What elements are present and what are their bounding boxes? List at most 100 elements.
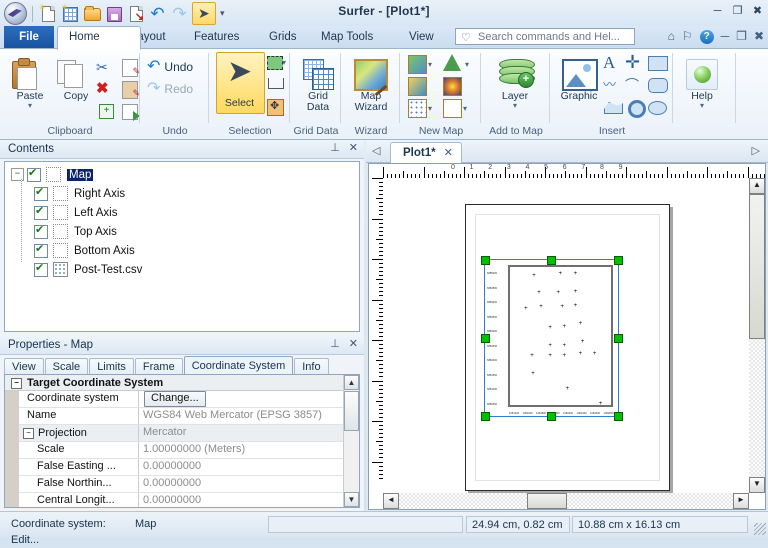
surface-map-icon[interactable] [443, 54, 461, 71]
map-wizard-button[interactable]: Map Wizard [347, 55, 395, 113]
tab-features[interactable]: Features [183, 26, 250, 48]
property-row-central-longitude[interactable]: Central Longit... 0.00000000 [19, 493, 344, 508]
rectangle-icon[interactable] [647, 53, 667, 73]
vertical-scroll-thumb[interactable] [749, 194, 765, 339]
layer-swatch[interactable] [53, 243, 68, 258]
property-row-false-easting[interactable]: False Easting ... 0.00000000 [19, 459, 344, 476]
collapse-ribbon-icon[interactable]: ⌂ [668, 29, 675, 44]
cut-icon[interactable]: ✂ [96, 57, 116, 77]
document-tab-close-icon[interactable]: ✕ [444, 144, 453, 163]
visibility-checkbox[interactable] [34, 206, 48, 220]
paste-special-icon[interactable]: ✎ [120, 57, 140, 77]
property-row-name[interactable]: Name WGS84 Web Mercator (EPSG 3857) [19, 408, 344, 425]
help-icon[interactable]: ? [700, 30, 714, 44]
flag-icon[interactable]: ⚐ [682, 29, 693, 44]
scroll-up-button[interactable]: ▲ [344, 375, 359, 390]
graphic-button[interactable]: Graphic [555, 55, 603, 102]
contour-map-icon[interactable] [408, 55, 427, 74]
tab-info[interactable]: Info [294, 358, 328, 375]
scroll-down-button[interactable]: ▼ [749, 477, 765, 493]
page[interactable]: ++++++++++++++++++++++++ 688500068845006… [465, 204, 670, 491]
layer-swatch[interactable] [53, 224, 68, 239]
rounded-rectangle-icon[interactable] [647, 75, 667, 95]
maximize-button[interactable]: ❐ [731, 5, 744, 17]
property-row-false-northing[interactable]: False Northin... 0.00000000 [19, 476, 344, 493]
tab-frame[interactable]: Frame [135, 358, 183, 375]
undo-button[interactable]: ↶ Undo [147, 57, 193, 76]
map-axis-frame[interactable]: ++++++++++++++++++++++++ [508, 265, 613, 407]
tab-coordinate-system[interactable]: Coordinate System [184, 356, 294, 375]
minimize-doc-icon[interactable]: ─ [721, 29, 730, 44]
image-map-icon[interactable] [408, 77, 427, 96]
scroll-right-button[interactable]: ► [733, 493, 749, 509]
scroll-down-button[interactable]: ▼ [344, 492, 359, 507]
pin-icon[interactable]: ⊥ [330, 338, 340, 351]
tab-home[interactable]: Home [57, 26, 141, 50]
tab-grids[interactable]: Grids [258, 26, 307, 48]
layer-swatch[interactable] [53, 186, 68, 201]
tab-limits[interactable]: Limits [89, 358, 134, 375]
color-relief-map-icon[interactable] [443, 77, 462, 96]
tree-item-top-axis[interactable]: Top Axis [5, 222, 359, 241]
delete-icon[interactable]: ✖ [96, 79, 116, 99]
layer-swatch[interactable] [53, 205, 68, 220]
tab-nav-left-icon[interactable]: ◁ [372, 144, 380, 157]
plot-sheet[interactable]: ++++++++++++++++++++++++ 688500068845006… [383, 178, 749, 493]
post-map-icon[interactable] [408, 99, 427, 118]
base-caret-icon[interactable]: ▾ [463, 104, 467, 113]
visibility-checkbox[interactable] [34, 244, 48, 258]
horizontal-scrollbar[interactable]: ◄ ► [383, 493, 749, 509]
close-doc-icon[interactable]: ✖ [754, 29, 764, 44]
polyline-icon[interactable]: 〰 [603, 75, 623, 95]
horizontal-ruler[interactable]: 0123456789 [383, 164, 749, 179]
edit-icon[interactable]: ✎ [120, 79, 140, 99]
property-group-header[interactable]: − Target Coordinate System [5, 375, 359, 391]
properties-grid[interactable]: − Target Coordinate System Coordinate sy… [4, 374, 360, 508]
visibility-checkbox[interactable] [34, 225, 48, 239]
copy-button[interactable]: Copy [52, 55, 100, 102]
plot-canvas[interactable]: 0123456789 ++++++++++++++++++++++++ 6885… [368, 163, 766, 510]
layer-swatch[interactable] [46, 167, 61, 182]
resize-grip[interactable] [754, 523, 766, 535]
vertical-ruler[interactable] [369, 178, 384, 493]
tree-item-left-axis[interactable]: Left Axis [5, 203, 359, 222]
projection-expander-icon[interactable]: − [23, 428, 34, 439]
redo-button[interactable]: ↷ Redo [147, 79, 193, 98]
spline-icon[interactable]: ⌒ [625, 75, 645, 95]
tab-view[interactable]: View [398, 26, 445, 48]
ellipse-icon[interactable] [647, 97, 667, 117]
map-selection-frame[interactable]: ++++++++++++++++++++++++ 688500068845006… [484, 259, 619, 417]
vertical-scrollbar[interactable]: ▲ ▼ [749, 178, 765, 493]
insert-icon[interactable]: + [96, 101, 116, 121]
move-icon[interactable]: ✥ [266, 98, 286, 118]
text-icon[interactable]: A [603, 53, 623, 73]
property-row-scale[interactable]: Scale 1.00000000 (Meters) [19, 442, 344, 459]
property-value[interactable]: 0.00000000 [139, 459, 344, 475]
scroll-thumb[interactable] [344, 391, 359, 431]
visibility-checkbox[interactable] [27, 168, 41, 182]
post-layer-swatch[interactable] [53, 262, 68, 277]
document-tab-plot1[interactable]: Plot1* ✕ [390, 142, 462, 163]
tree-item-map[interactable]: − Map [5, 162, 359, 184]
scroll-left-button[interactable]: ◄ [383, 493, 399, 509]
property-row-projection[interactable]: − Projection Mercator [19, 425, 344, 442]
pin-icon[interactable]: ⊥ [330, 142, 340, 155]
paste-link-icon[interactable] [120, 101, 140, 121]
scroll-up-button[interactable]: ▲ [749, 178, 765, 194]
resize-handle-e[interactable] [614, 334, 623, 343]
ellipse-ring-icon[interactable] [625, 97, 645, 117]
layer-button[interactable]: + Layer ▾ [491, 55, 539, 110]
align-icon[interactable] [266, 76, 286, 96]
base-map-icon[interactable] [443, 99, 462, 118]
grid-data-button[interactable]: Grid Data [294, 55, 342, 113]
polygon-icon[interactable] [603, 97, 623, 117]
point-icon[interactable]: ✛ [625, 53, 645, 73]
resize-handle-nw[interactable] [481, 256, 490, 265]
tab-view[interactable]: View [4, 358, 44, 375]
resize-handle-se[interactable] [614, 412, 623, 421]
expander-icon[interactable]: − [11, 168, 24, 181]
property-value[interactable]: Change... [139, 391, 344, 407]
restore-doc-icon[interactable]: ❐ [736, 29, 747, 44]
close-icon[interactable]: ✕ [349, 338, 358, 351]
tab-file[interactable]: File [4, 26, 54, 48]
